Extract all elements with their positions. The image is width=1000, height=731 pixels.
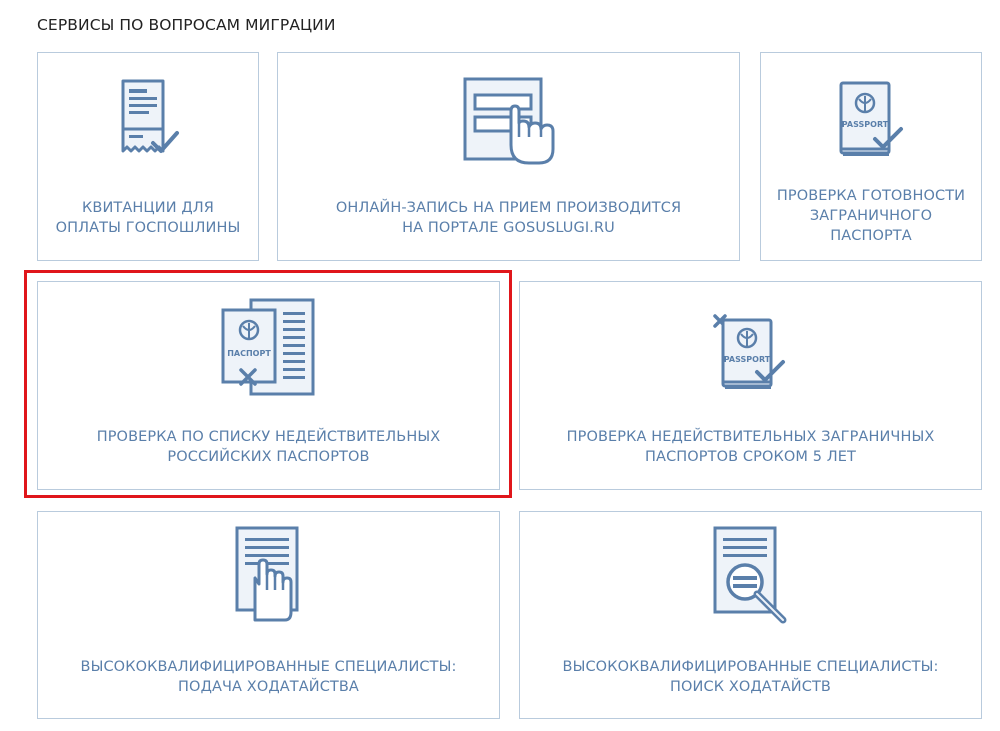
card-label: ПРОВЕРКА НЕДЕЙСТВИТЕЛЬНЫХ ЗАГРАНИЧНЫХ ПА… [528, 427, 973, 467]
card-specialists-submit[interactable]: ВЫСОКОКВАЛИФИЦИРОВАННЫЕ СПЕЦИАЛИСТЫ: ПОД… [37, 511, 500, 719]
document-magnifier-icon [709, 524, 793, 630]
document-hand-icon [231, 524, 307, 628]
card-invalid-foreign-passports[interactable]: PASSPORT ПРОВЕРКА НЕДЕЙСТВИТЕЛЬНЫХ ЗАГРА… [519, 281, 982, 490]
card-invalid-russian-passports[interactable]: ПАСПОРТ ПРОВЕРКА ПО СПИСКУ НЕДЕЙСТВИТЕЛЬ… [37, 281, 500, 490]
card-label-line: КВИТАНЦИИ ДЛЯ [82, 200, 214, 216]
passport-check-icon: PASSPORT [835, 79, 907, 161]
card-label-line: ПОДАЧА ХОДАТАЙСТВА [178, 679, 359, 695]
card-label-line: ПРОВЕРКА ПО СПИСКУ НЕДЕЙСТВИТЕЛЬНЫХ [96, 429, 441, 445]
svg-text:ПАСПОРТ: ПАСПОРТ [227, 349, 271, 358]
card-label: ПРОВЕРКА ПО СПИСКУ НЕДЕЙСТВИТЕЛЬНЫХ РОСС… [46, 427, 491, 467]
passport-list-cross-icon: ПАСПОРТ [217, 296, 321, 400]
card-receipts[interactable]: КВИТАНЦИИ ДЛЯ ОПЛАТЫ ГОСПОШЛИНЫ [37, 52, 259, 261]
card-label: ПРОВЕРКА ГОТОВНОСТИ ЗАГРАНИЧНОГО ПАСПОРТ… [769, 186, 973, 246]
card-label: ВЫСОКОКВАЛИФИЦИРОВАННЫЕ СПЕЦИАЛИСТЫ: ПОИ… [528, 657, 973, 697]
form-hand-click-icon [459, 75, 559, 167]
card-label-line: ЗАГРАНИЧНОГО [809, 208, 933, 224]
svg-text:PASSPORT: PASSPORT [723, 355, 770, 364]
card-label-line: ВЫСОКОКВАЛИФИЦИРОВАННЫЕ СПЕЦИАЛИСТЫ: [562, 659, 939, 675]
card-label-line: ПАСПОРТОВ СРОКОМ 5 ЛЕТ [645, 449, 856, 465]
card-specialists-search[interactable]: ВЫСОКОКВАЛИФИЦИРОВАННЫЕ СПЕЦИАЛИСТЫ: ПОИ… [519, 511, 982, 719]
card-label-line: ОПЛАТЫ ГОСПОШЛИНЫ [55, 220, 241, 236]
card-label-line: ПАСПОРТА [830, 228, 912, 244]
section-title: СЕРВИСЫ ПО ВОПРОСАМ МИГРАЦИИ [37, 16, 336, 34]
card-online-booking[interactable]: ОНЛАЙН-ЗАПИСЬ НА ПРИЕМ ПРОИЗВОДИТСЯ НА П… [277, 52, 740, 261]
card-label-line: НА ПОРТАЛЕ GOSUSLUGI.RU [402, 220, 615, 236]
passport-cross-check-icon: PASSPORT [711, 310, 791, 392]
card-label-line: ПОИСК ХОДАТАЙСТВ [670, 679, 831, 695]
card-label-line: РОССИЙСКИХ ПАСПОРТОВ [167, 449, 370, 465]
card-passport-readiness[interactable]: PASSPORT ПРОВЕРКА ГОТОВНОСТИ ЗАГРАНИЧНОГ… [760, 52, 982, 261]
card-label: КВИТАНЦИИ ДЛЯ ОПЛАТЫ ГОСПОШЛИНЫ [46, 198, 250, 238]
receipt-check-icon [109, 77, 187, 165]
card-label: ОНЛАЙН-ЗАПИСЬ НА ПРИЕМ ПРОИЗВОДИТСЯ НА П… [286, 198, 731, 238]
card-label: ВЫСОКОКВАЛИФИЦИРОВАННЫЕ СПЕЦИАЛИСТЫ: ПОД… [46, 657, 491, 697]
svg-text:PASSPORT: PASSPORT [842, 120, 889, 129]
card-label-line: ВЫСОКОКВАЛИФИЦИРОВАННЫЕ СПЕЦИАЛИСТЫ: [80, 659, 457, 675]
card-label-line: ПРОВЕРКА НЕДЕЙСТВИТЕЛЬНЫХ ЗАГРАНИЧНЫХ [566, 429, 935, 445]
card-label-line: ПРОВЕРКА ГОТОВНОСТИ [776, 188, 966, 204]
card-label-line: ОНЛАЙН-ЗАПИСЬ НА ПРИЕМ ПРОИЗВОДИТСЯ [335, 200, 682, 216]
